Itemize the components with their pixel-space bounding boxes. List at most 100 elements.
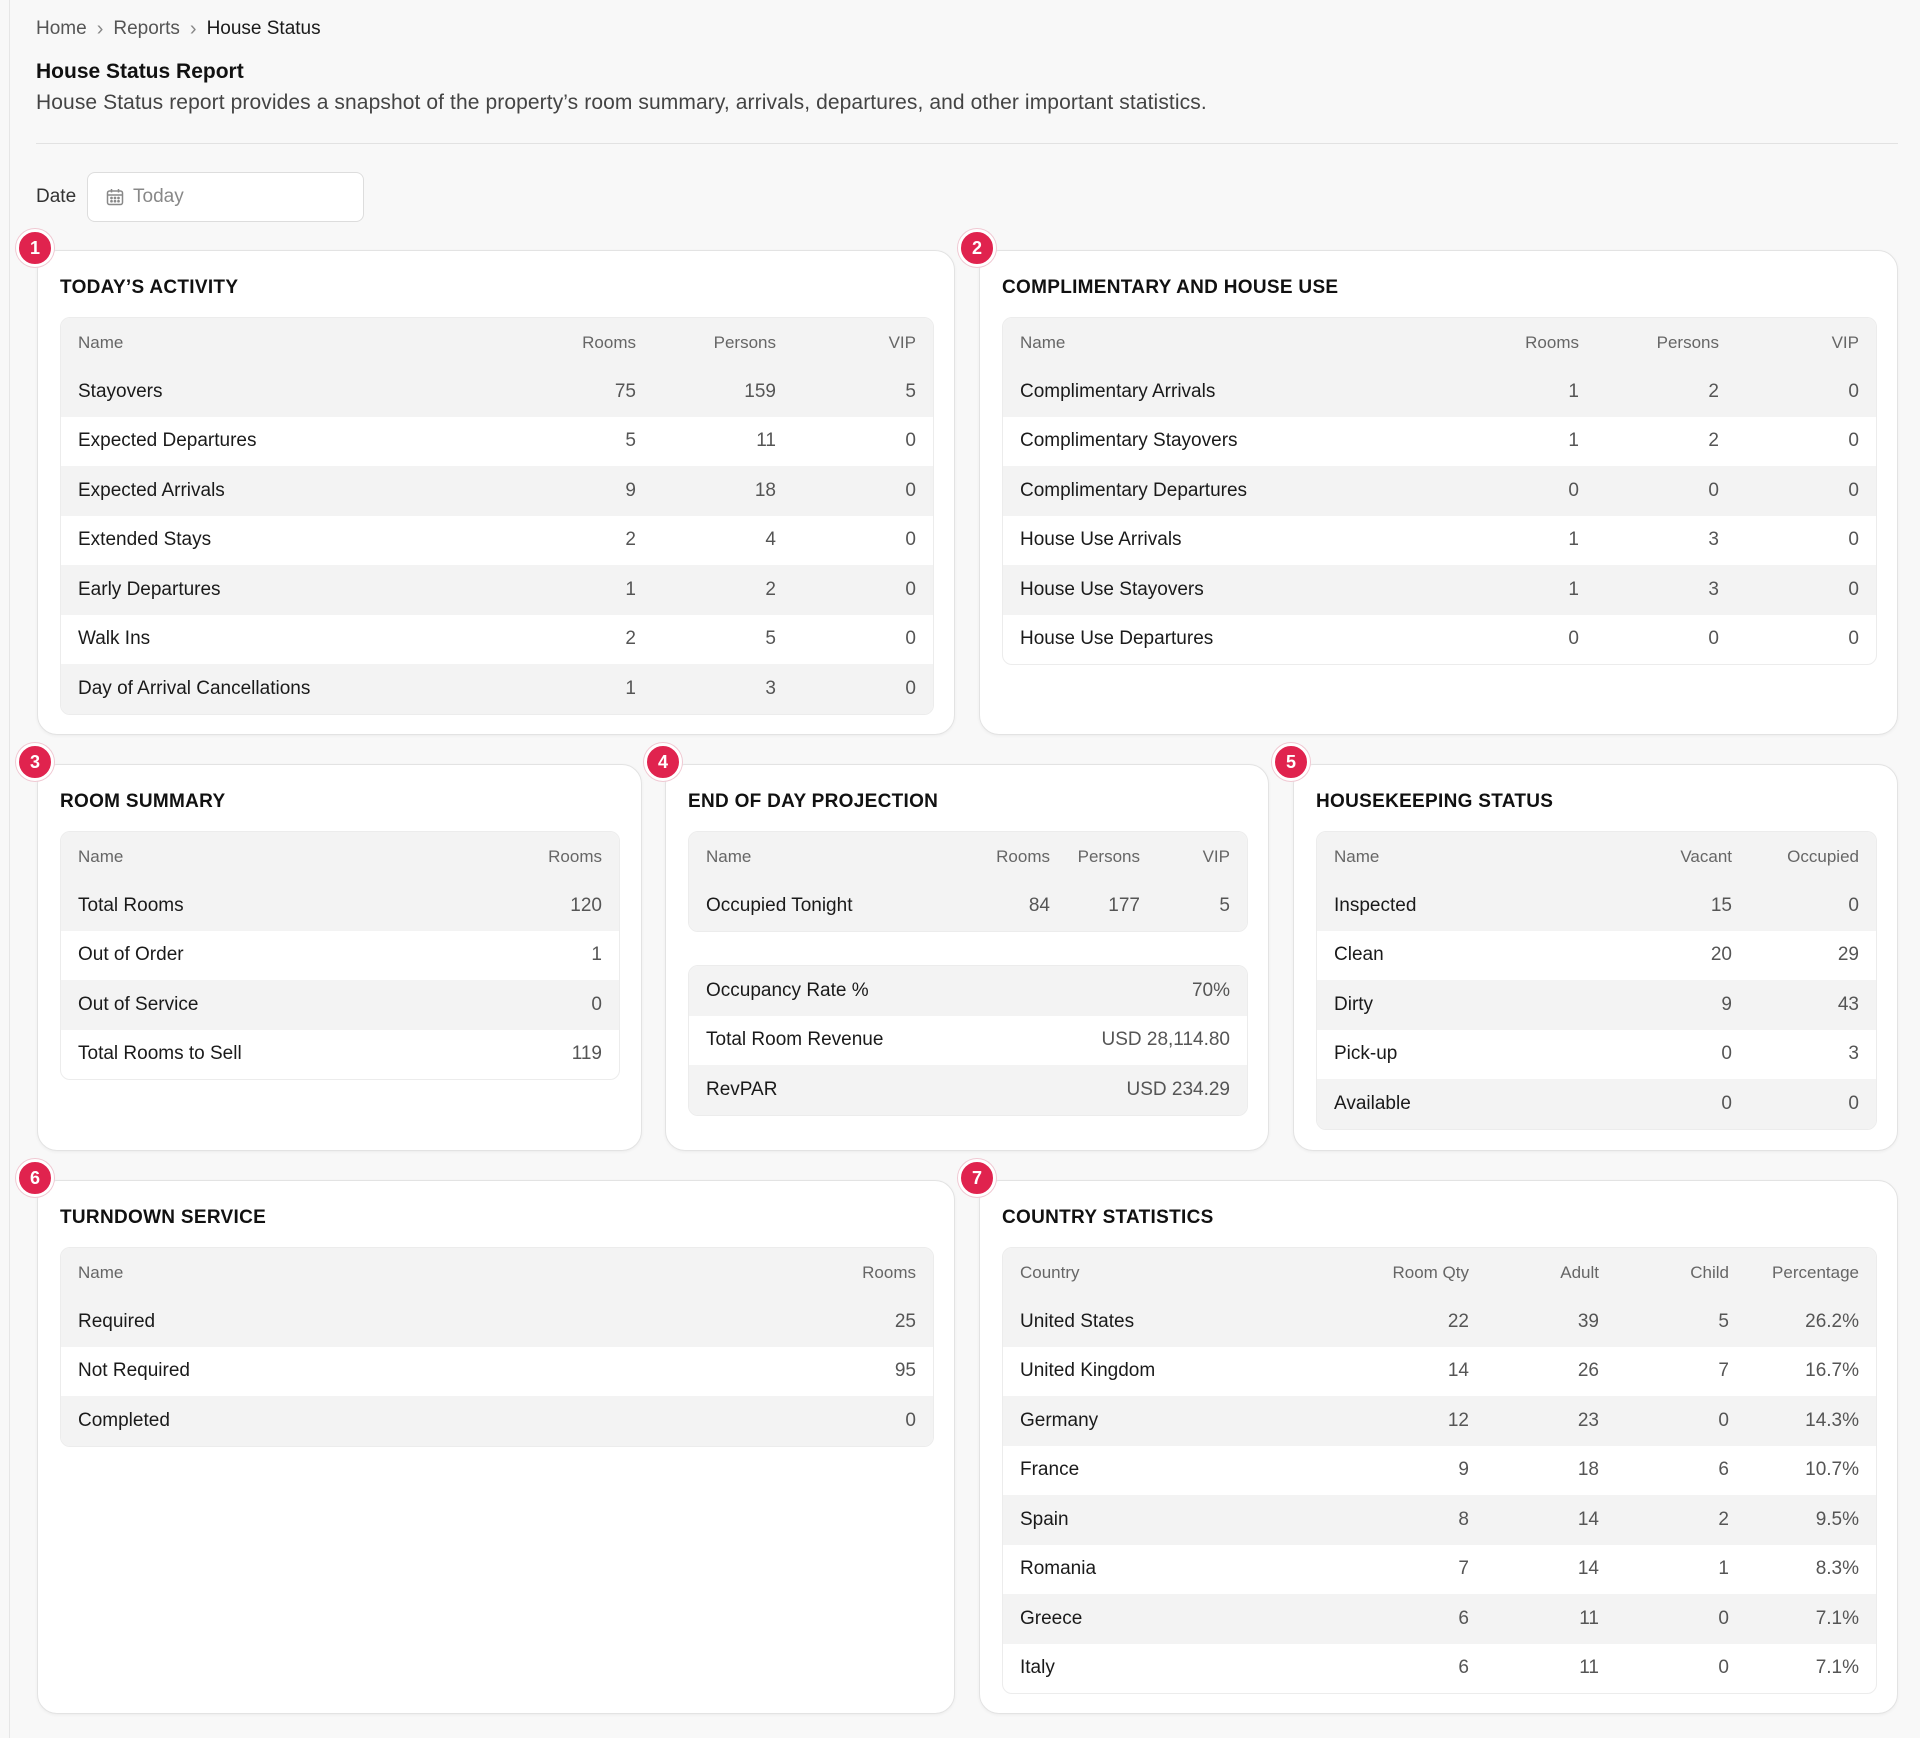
table-row: Completed 0: [61, 1396, 933, 1446]
column-header[interactable]: Name: [78, 333, 508, 353]
stat-row: Total Room Revenue USD 28,114.80: [689, 1016, 1247, 1066]
table-row: Stayovers 75 159 5: [61, 367, 933, 417]
table-cell: 5: [1718, 1310, 1729, 1332]
table-row: House Use Arrivals 1 3 0: [1003, 516, 1876, 566]
column-header[interactable]: Persons: [1579, 333, 1719, 353]
table-cell: 1: [1568, 430, 1579, 452]
table-cell: 0: [1718, 1607, 1729, 1629]
table-cell: 39: [1577, 1310, 1599, 1332]
table-cell: Extended Stays: [78, 529, 212, 551]
country-statistics-table: Country Room Qty Adult Child Percentage Unite…: [1002, 1247, 1877, 1694]
section-number-badge: 1: [16, 229, 54, 267]
table-cell: 0: [905, 529, 916, 551]
table-cell: 0: [1708, 479, 1719, 501]
table-header-row: Name Rooms Persons VIP: [689, 832, 1247, 881]
table-cell: 0: [905, 578, 916, 600]
table-cell: 0: [905, 1409, 916, 1431]
table-cell: 0: [905, 430, 916, 452]
table-cell: 120: [570, 894, 602, 916]
table-cell: 0: [1848, 628, 1859, 650]
table-cell: United Kingdom: [1020, 1360, 1156, 1382]
end-of-day-card: END OF DAY PROJECTION Name Rooms Persons VI…: [665, 764, 1269, 1151]
breadcrumb-home-link[interactable]: Home: [36, 18, 87, 40]
table-cell: 2: [625, 628, 636, 650]
table-row: Out of Service 0: [61, 980, 619, 1030]
end-of-day-table: Name Rooms Persons VIP Occupied Tonight 84 177…: [688, 831, 1248, 932]
column-header[interactable]: VIP: [776, 333, 916, 353]
table-cell: 0: [1718, 1657, 1729, 1679]
table-cell: 2: [1718, 1508, 1729, 1530]
section-number-badge: 2: [958, 229, 996, 267]
column-header[interactable]: Rooms: [508, 333, 636, 353]
column-header[interactable]: Rooms: [462, 847, 602, 867]
table-cell: Total Rooms to Sell: [78, 1043, 242, 1065]
table-cell: 25: [894, 1310, 916, 1332]
table-cell: 2: [625, 529, 636, 551]
table-cell: 14: [1577, 1558, 1599, 1580]
column-header[interactable]: Name: [1334, 847, 1605, 867]
table-cell: Not Required: [78, 1360, 190, 1382]
column-header[interactable]: Adult: [1469, 1263, 1599, 1283]
section-number-badge: 7: [958, 1159, 996, 1197]
table-row: House Use Departures 0 0 0: [1003, 615, 1876, 665]
table-row: Dirty 9 43: [1317, 980, 1876, 1030]
table-header-row: Name Rooms Persons VIP: [1003, 318, 1876, 367]
housekeeping-card: HOUSEKEEPING STATUS Name Vacant Occupied In…: [1293, 764, 1898, 1151]
table-cell: Complimentary Departures: [1020, 479, 1248, 501]
table-cell: Clean: [1334, 944, 1384, 966]
table-row: Not Required 95: [61, 1347, 933, 1397]
table-cell: Completed: [78, 1409, 170, 1431]
table-row: Complimentary Stayovers 1 2 0: [1003, 417, 1876, 467]
column-header[interactable]: Vacant: [1605, 847, 1732, 867]
table-cell: 0: [1848, 578, 1859, 600]
table-cell: 11: [756, 430, 776, 452]
chevron-right-icon: ›: [96, 18, 104, 40]
column-header[interactable]: Name: [1020, 333, 1451, 353]
table-cell: Complimentary Stayovers: [1020, 430, 1238, 452]
table-cell: House Use Stayovers: [1020, 578, 1204, 600]
column-header[interactable]: Rooms: [776, 1263, 916, 1283]
table-cell: 23: [1577, 1409, 1599, 1431]
table-row: Germany 12 23 0 14.3%: [1003, 1396, 1876, 1446]
table-row: Complimentary Departures 0 0 0: [1003, 466, 1876, 516]
column-header[interactable]: Occupied: [1732, 847, 1859, 867]
table-cell: 10.7%: [1805, 1459, 1859, 1481]
table-cell: 84: [1028, 894, 1050, 916]
column-header[interactable]: Room Qty: [1339, 1263, 1469, 1283]
table-cell: 26: [1577, 1360, 1599, 1382]
table-row: Occupied Tonight 84 177 5: [689, 881, 1247, 931]
table-cell: Italy: [1020, 1657, 1055, 1679]
breadcrumb-reports-link[interactable]: Reports: [113, 18, 180, 40]
column-header[interactable]: VIP: [1140, 847, 1230, 867]
column-header[interactable]: Persons: [1050, 847, 1140, 867]
table-cell: Expected Arrivals: [78, 479, 225, 501]
table-cell: Occupied Tonight: [706, 894, 853, 916]
table-header-row: Name Rooms Persons VIP: [61, 318, 933, 367]
date-picker-input[interactable]: Today: [87, 172, 364, 222]
table-cell: Stayovers: [78, 380, 163, 402]
table-row: Italy 6 11 0 7.1%: [1003, 1644, 1876, 1694]
column-header[interactable]: Name: [706, 847, 950, 867]
end-of-day-stats-table: Occupancy Rate % 70% Total Room Revenue USD…: [688, 965, 1248, 1116]
column-header[interactable]: Percentage: [1729, 1263, 1859, 1283]
table-cell: 2: [1708, 380, 1719, 402]
column-header[interactable]: Child: [1599, 1263, 1729, 1283]
section-number-badge: 4: [644, 743, 682, 781]
column-header[interactable]: Name: [78, 1263, 776, 1283]
table-cell: 0: [1848, 894, 1859, 916]
column-header[interactable]: Persons: [636, 333, 776, 353]
column-header[interactable]: Rooms: [1451, 333, 1579, 353]
table-cell: Complimentary Arrivals: [1020, 380, 1216, 402]
column-header[interactable]: VIP: [1719, 333, 1859, 353]
table-cell: 1: [591, 944, 602, 966]
column-header[interactable]: Rooms: [950, 847, 1050, 867]
table-cell: 0: [591, 993, 602, 1015]
table-cell: 18: [1577, 1459, 1599, 1481]
column-header[interactable]: Country: [1020, 1263, 1339, 1283]
table-cell: 7.1%: [1815, 1607, 1859, 1629]
table-row: Day of Arrival Cancellations 1 3 0: [61, 664, 933, 714]
table-cell: 1: [1568, 529, 1579, 551]
table-cell: 6: [1458, 1607, 1469, 1629]
section-number-badge: 5: [1272, 743, 1310, 781]
column-header[interactable]: Name: [78, 847, 462, 867]
